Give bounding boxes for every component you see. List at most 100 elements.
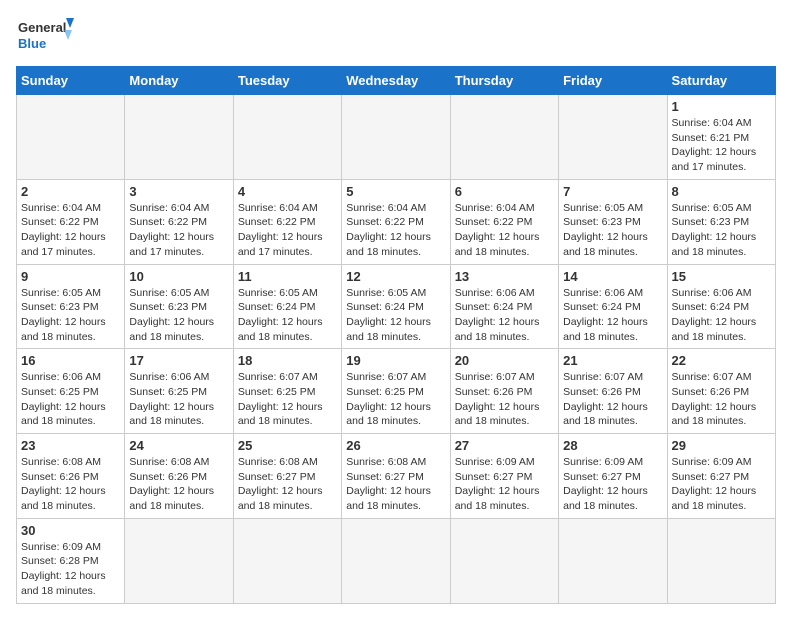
day-info-line: Sunrise: 6:04 AM [21, 201, 120, 216]
day-info-line: Daylight: 12 hours and 18 minutes. [672, 315, 771, 344]
day-number: 23 [21, 438, 120, 453]
day-info-line: Sunrise: 6:08 AM [346, 455, 445, 470]
day-info: Sunrise: 6:05 AMSunset: 6:24 PMDaylight:… [346, 286, 445, 345]
day-info: Sunrise: 6:09 AMSunset: 6:28 PMDaylight:… [21, 540, 120, 599]
calendar-week-5: 23 Sunrise: 6:08 AMSunset: 6:26 PMDayligh… [17, 434, 776, 519]
day-info-line: Sunset: 6:21 PM [672, 131, 771, 146]
day-info: Sunrise: 6:06 AMSunset: 6:24 PMDaylight:… [563, 286, 662, 345]
day-info: Sunrise: 6:05 AMSunset: 6:23 PMDaylight:… [672, 201, 771, 260]
day-number: 5 [346, 184, 445, 199]
calendar-cell: 11Sunrise: 6:05 AMSunset: 6:24 PMDayligh… [233, 264, 341, 349]
day-info-line: Sunset: 6:27 PM [455, 470, 554, 485]
day-number: 30 [21, 523, 120, 538]
day-info: Sunrise: 6:04 AMSunset: 6:22 PMDaylight:… [129, 201, 228, 260]
day-number: 8 [672, 184, 771, 199]
day-info-line: Sunrise: 6:04 AM [672, 116, 771, 131]
day-info-line: Daylight: 12 hours and 18 minutes. [346, 230, 445, 259]
day-info-line: Daylight: 12 hours and 18 minutes. [455, 315, 554, 344]
day-info-line: Daylight: 12 hours and 18 minutes. [129, 315, 228, 344]
day-info-line: Daylight: 12 hours and 18 minutes. [129, 484, 228, 513]
calendar-cell: 5 Sunrise: 6:04 AMSunset: 6:22 PMDaylight… [342, 179, 450, 264]
day-info-line: Sunrise: 6:05 AM [563, 201, 662, 216]
day-info-line: Sunrise: 6:09 AM [563, 455, 662, 470]
day-info-line: Sunset: 6:23 PM [129, 300, 228, 315]
weekday-header-sunday: Sunday [17, 67, 125, 95]
calendar-week-3: 9Sunrise: 6:05 AMSunset: 6:23 PMDaylight… [17, 264, 776, 349]
day-number: 2 [21, 184, 120, 199]
day-info-line: Sunrise: 6:08 AM [129, 455, 228, 470]
day-info-line: Sunrise: 6:09 AM [672, 455, 771, 470]
day-info: Sunrise: 6:04 AMSunset: 6:22 PMDaylight:… [21, 201, 120, 260]
day-info: Sunrise: 6:05 AMSunset: 6:23 PMDaylight:… [563, 201, 662, 260]
calendar-table: SundayMondayTuesdayWednesdayThursdayFrid… [16, 66, 776, 604]
day-info-line: Daylight: 12 hours and 17 minutes. [672, 145, 771, 174]
day-number: 27 [455, 438, 554, 453]
day-info: Sunrise: 6:09 AMSunset: 6:27 PMDaylight:… [672, 455, 771, 514]
day-number: 24 [129, 438, 228, 453]
day-info-line: Daylight: 12 hours and 18 minutes. [672, 400, 771, 429]
day-info-line: Sunset: 6:22 PM [21, 215, 120, 230]
calendar-cell [125, 95, 233, 180]
calendar-cell: 13Sunrise: 6:06 AMSunset: 6:24 PMDayligh… [450, 264, 558, 349]
day-info: Sunrise: 6:06 AMSunset: 6:25 PMDaylight:… [21, 370, 120, 429]
svg-text:General: General [18, 20, 66, 35]
calendar-cell [667, 518, 775, 603]
day-info-line: Daylight: 12 hours and 17 minutes. [129, 230, 228, 259]
day-info-line: Daylight: 12 hours and 18 minutes. [238, 400, 337, 429]
day-info-line: Daylight: 12 hours and 18 minutes. [238, 484, 337, 513]
calendar-cell: 26Sunrise: 6:08 AMSunset: 6:27 PMDayligh… [342, 434, 450, 519]
day-info: Sunrise: 6:08 AMSunset: 6:27 PMDaylight:… [238, 455, 337, 514]
day-info-line: Sunrise: 6:05 AM [129, 286, 228, 301]
day-info-line: Sunset: 6:22 PM [455, 215, 554, 230]
day-info-line: Daylight: 12 hours and 18 minutes. [672, 230, 771, 259]
day-info-line: Sunrise: 6:06 AM [21, 370, 120, 385]
day-info: Sunrise: 6:04 AMSunset: 6:22 PMDaylight:… [455, 201, 554, 260]
page-header: General Blue [16, 16, 776, 56]
day-info: Sunrise: 6:04 AMSunset: 6:22 PMDaylight:… [346, 201, 445, 260]
day-info: Sunrise: 6:07 AMSunset: 6:26 PMDaylight:… [563, 370, 662, 429]
day-info: Sunrise: 6:05 AMSunset: 6:24 PMDaylight:… [238, 286, 337, 345]
calendar-cell: 19Sunrise: 6:07 AMSunset: 6:25 PMDayligh… [342, 349, 450, 434]
day-info-line: Daylight: 12 hours and 18 minutes. [563, 315, 662, 344]
weekday-header-thursday: Thursday [450, 67, 558, 95]
calendar-cell: 7Sunrise: 6:05 AMSunset: 6:23 PMDaylight… [559, 179, 667, 264]
day-number: 6 [455, 184, 554, 199]
day-info-line: Daylight: 12 hours and 18 minutes. [346, 315, 445, 344]
day-info-line: Sunrise: 6:05 AM [346, 286, 445, 301]
day-info: Sunrise: 6:06 AMSunset: 6:24 PMDaylight:… [455, 286, 554, 345]
day-number: 26 [346, 438, 445, 453]
day-info-line: Daylight: 12 hours and 18 minutes. [563, 484, 662, 513]
day-info-line: Daylight: 12 hours and 18 minutes. [672, 484, 771, 513]
day-info-line: Daylight: 12 hours and 18 minutes. [21, 569, 120, 598]
day-info-line: Sunrise: 6:08 AM [21, 455, 120, 470]
calendar-cell [233, 518, 341, 603]
day-info: Sunrise: 6:09 AMSunset: 6:27 PMDaylight:… [563, 455, 662, 514]
day-info-line: Sunrise: 6:04 AM [346, 201, 445, 216]
weekday-header-row: SundayMondayTuesdayWednesdayThursdayFrid… [17, 67, 776, 95]
day-info: Sunrise: 6:05 AMSunset: 6:23 PMDaylight:… [21, 286, 120, 345]
day-info-line: Sunrise: 6:04 AM [129, 201, 228, 216]
day-info-line: Daylight: 12 hours and 18 minutes. [563, 230, 662, 259]
day-info-line: Sunrise: 6:06 AM [672, 286, 771, 301]
day-info: Sunrise: 6:06 AMSunset: 6:24 PMDaylight:… [672, 286, 771, 345]
day-info-line: Daylight: 12 hours and 18 minutes. [21, 315, 120, 344]
day-number: 10 [129, 269, 228, 284]
day-info-line: Sunrise: 6:06 AM [129, 370, 228, 385]
day-info-line: Sunrise: 6:06 AM [455, 286, 554, 301]
day-info-line: Sunrise: 6:05 AM [238, 286, 337, 301]
day-info: Sunrise: 6:07 AMSunset: 6:26 PMDaylight:… [672, 370, 771, 429]
calendar-cell: 25Sunrise: 6:08 AMSunset: 6:27 PMDayligh… [233, 434, 341, 519]
day-info-line: Sunset: 6:25 PM [129, 385, 228, 400]
day-number: 28 [563, 438, 662, 453]
day-info-line: Sunrise: 6:04 AM [238, 201, 337, 216]
calendar-cell [17, 95, 125, 180]
calendar-week-4: 16Sunrise: 6:06 AMSunset: 6:25 PMDayligh… [17, 349, 776, 434]
day-info-line: Sunset: 6:25 PM [238, 385, 337, 400]
day-info: Sunrise: 6:09 AMSunset: 6:27 PMDaylight:… [455, 455, 554, 514]
calendar-cell: 21Sunrise: 6:07 AMSunset: 6:26 PMDayligh… [559, 349, 667, 434]
day-info-line: Daylight: 12 hours and 18 minutes. [455, 230, 554, 259]
day-info: Sunrise: 6:08 AMSunset: 6:26 PMDaylight:… [129, 455, 228, 514]
calendar-cell: 29Sunrise: 6:09 AMSunset: 6:27 PMDayligh… [667, 434, 775, 519]
day-number: 19 [346, 353, 445, 368]
calendar-cell [450, 518, 558, 603]
